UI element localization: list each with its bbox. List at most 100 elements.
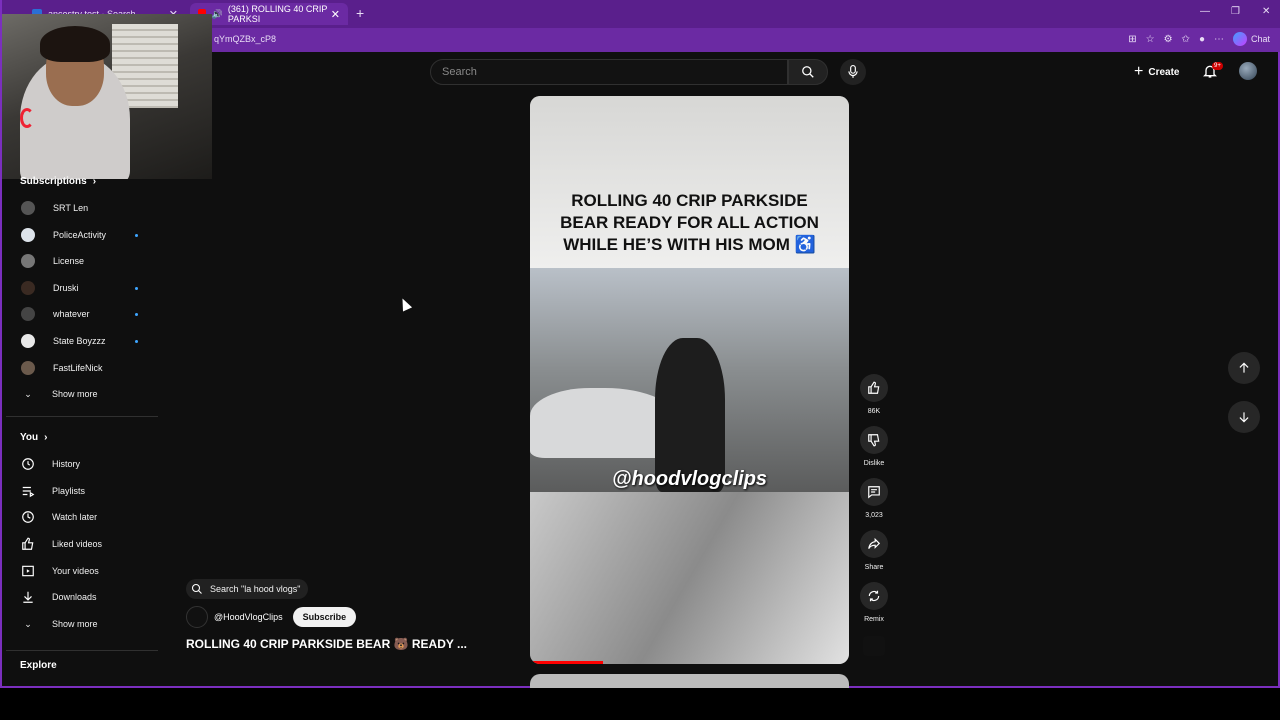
remix-circle [860, 582, 888, 610]
remix-button[interactable]: Remix [860, 582, 888, 623]
sidebar-item-playlists[interactable]: Playlists [20, 481, 150, 501]
channel-avatar [21, 201, 35, 215]
sidebar-item-watch-later[interactable]: Watch later [20, 507, 150, 527]
profile-icon[interactable]: ● [1199, 34, 1205, 45]
share-button[interactable]: Share [860, 530, 888, 571]
chevron-right-icon: › [92, 176, 97, 187]
channel-avatar [21, 281, 35, 295]
chevron-down-icon: ⌄ [24, 618, 32, 629]
explore-heading: Explore [20, 660, 57, 671]
sidebar-item-whatever[interactable]: whatever [20, 304, 150, 324]
search-input[interactable]: Search [430, 59, 788, 85]
sidebar-item-label: License [53, 256, 85, 266]
mouse-cursor-icon [397, 296, 413, 312]
comment-count: 3,023 [865, 512, 883, 519]
plus-icon: + [1134, 63, 1144, 80]
copilot-logo-icon [1232, 32, 1247, 46]
favorite-star-icon[interactable]: ☆ [1146, 34, 1155, 45]
channel-row: @HoodVlogClips Subscribe [186, 606, 357, 628]
copilot-chat-button[interactable]: Chat [1232, 32, 1270, 46]
new-content-dot [135, 233, 138, 237]
your-videos-icon [20, 563, 36, 579]
video-progress-bar[interactable] [530, 661, 604, 664]
you-heading[interactable]: You › [20, 432, 48, 443]
like-button[interactable]: 86K [860, 374, 888, 415]
channel-avatar[interactable] [186, 606, 208, 628]
subscribe-button[interactable]: Subscribe [292, 607, 357, 627]
create-label: Create [1148, 66, 1180, 78]
sidebar-item-your-videos[interactable]: Your videos [20, 561, 150, 581]
tab-label: (361) ROLLING 40 CRIP PARKSI [227, 4, 328, 24]
sidebar-item-label: Druski [53, 283, 79, 293]
comments-circle [860, 478, 888, 506]
address-bar-tools: ⊞ ☆ ⚙ ✩ ● ⋯ Chat [1128, 32, 1270, 46]
close-tab-icon[interactable]: ✕ [331, 8, 340, 21]
sidebar-item-liked-videos[interactable]: Liked videos [20, 534, 150, 554]
more-options-icon[interactable]: ⋯ [1214, 34, 1224, 45]
channel-avatar [21, 254, 35, 268]
comments-button[interactable]: 3,023 [860, 478, 888, 519]
sidebar-item-state-boyzzz[interactable]: State Boyzzz [20, 331, 150, 351]
sidebar-item-druski[interactable]: Druski [20, 278, 150, 298]
video-title[interactable]: ROLLING 40 CRIP PARKSIDE BEAR 🐻 READY ..… [186, 637, 467, 651]
suggested-search-chip[interactable]: Search "la hood vlogs" [186, 579, 309, 599]
new-content-dot [135, 312, 138, 316]
sidebar-divider [6, 650, 158, 651]
microphone-icon [848, 65, 858, 78]
download-icon [20, 589, 36, 605]
search-button[interactable] [788, 59, 828, 85]
sidebar-item-downloads[interactable]: Downloads [20, 587, 150, 607]
you-title: You [20, 432, 39, 443]
sidebar-item-policeactivity[interactable]: PoliceActivity [20, 225, 150, 245]
subscriptions-heading[interactable]: Subscriptions › [20, 176, 96, 187]
favorites-icon[interactable]: ✩ [1182, 34, 1190, 45]
channel-name[interactable]: @HoodVlogClips [214, 612, 283, 622]
speaker-icon[interactable]: 🔊 [212, 9, 223, 20]
new-tab-icon[interactable]: + [356, 5, 364, 21]
caption-line: BEAR READY FOR ALL ACTION [560, 213, 819, 232]
minimize-icon[interactable]: — [1200, 6, 1210, 17]
sidebar-item-label: History [52, 459, 81, 469]
webcam-overlay [2, 14, 212, 179]
sidebar-item-label: FastLifeNick [53, 363, 103, 373]
extensions-icon[interactable]: ⚙ [1164, 34, 1173, 45]
sidebar-item-label: whatever [53, 309, 90, 319]
video-caption: ROLLING 40 CRIP PARKSIDE BEAR READY FOR … [530, 190, 849, 256]
app-frame: ancestry test - Search ✕ 🔊 (361) ROLLING… [0, 0, 1280, 688]
account-avatar[interactable] [1239, 62, 1257, 80]
suggested-search-text: Search "la hood vlogs" [210, 584, 301, 594]
search-icon [191, 583, 202, 594]
remix-icon [868, 590, 880, 602]
show-more-label: Show more [52, 389, 98, 399]
notification-badge: 9+ [1212, 62, 1223, 70]
sidebar-item-license[interactable]: License [20, 251, 150, 271]
shorts-video-player[interactable]: ROLLING 40 CRIP PARKSIDE BEAR READY FOR … [530, 96, 849, 664]
sidebar-item-history[interactable]: History [20, 454, 150, 474]
previous-video-button[interactable] [1228, 352, 1260, 384]
voice-search-button[interactable] [840, 59, 866, 85]
chevron-down-icon: ⌄ [24, 388, 32, 399]
restore-icon[interactable]: ❐ [1231, 6, 1240, 17]
sidebar-item-label: Watch later [52, 512, 98, 522]
dislike-circle [860, 426, 888, 454]
like-circle [860, 374, 888, 402]
chevron-right-icon: › [44, 432, 48, 443]
create-button[interactable]: + Create [1134, 63, 1179, 81]
you-show-more[interactable]: ⌄ Show more [20, 614, 150, 634]
subscriptions-show-more[interactable]: ⌄ Show more [20, 384, 150, 404]
remix-label: Remix [864, 616, 884, 623]
sidebar-item-srt-len[interactable]: SRT Len [20, 198, 150, 218]
next-video-preview[interactable] [530, 674, 849, 688]
comment-icon [868, 486, 880, 499]
thumbs-up-icon [20, 536, 36, 552]
apps-icon[interactable]: ⊞ [1128, 34, 1136, 45]
sidebar-item-fastlifenick[interactable]: FastLifeNick [20, 358, 150, 378]
url-text[interactable]: qYmQZBx_cP8 [214, 34, 276, 44]
close-window-icon[interactable]: ✕ [1262, 6, 1270, 17]
webcam-red-light [20, 108, 34, 128]
next-video-button[interactable] [1228, 401, 1260, 433]
like-count: 86K [867, 408, 881, 415]
channel-thumbnail[interactable] [863, 636, 885, 656]
dislike-button[interactable]: Dislike [860, 426, 888, 467]
tab-youtube-video[interactable]: 🔊 (361) ROLLING 40 CRIP PARKSI ✕ [190, 3, 348, 25]
